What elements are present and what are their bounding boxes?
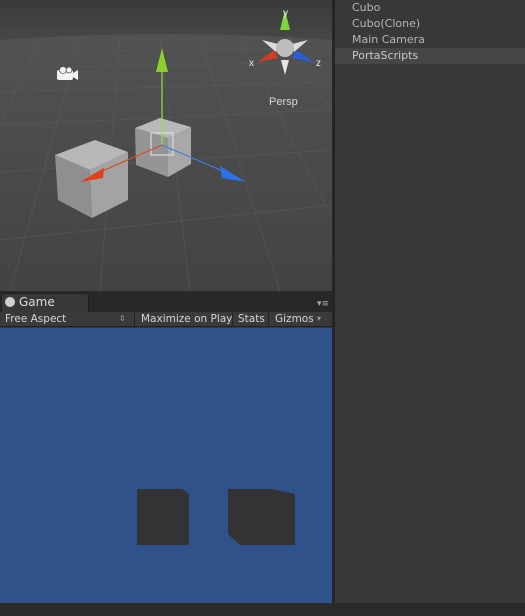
game-cube-right xyxy=(228,489,295,545)
toolbar-separator xyxy=(268,312,269,326)
hierarchy-panel: Cubo Cubo(Clone) Main Camera PortaScript… xyxy=(335,0,525,603)
axis-z-label: z xyxy=(316,58,321,69)
toolbar-separator xyxy=(232,312,233,326)
status-bar xyxy=(0,603,525,616)
tab-menu-icon[interactable]: ▾≡ xyxy=(317,300,329,309)
hierarchy-item-label: PortaScripts xyxy=(352,49,419,62)
aspect-dropdown-label[interactable]: Free Aspect xyxy=(5,312,66,326)
game-canvas[interactable] xyxy=(0,328,332,603)
stats-toggle[interactable]: Stats xyxy=(238,312,265,326)
axis-x-label: x xyxy=(249,58,254,69)
hierarchy-item-label: Cubo(Clone) xyxy=(352,17,421,30)
game-view[interactable] xyxy=(0,328,332,603)
axis-y-label: y xyxy=(283,8,288,19)
hierarchy-item-label: Main Camera xyxy=(352,33,425,46)
tab-game[interactable]: Game xyxy=(1,293,89,312)
game-toolbar: Free Aspect ⇕ Maximize on Play Stats Giz… xyxy=(0,312,332,327)
hierarchy-item-cubo-clone[interactable]: Cubo(Clone) xyxy=(352,16,420,32)
gizmos-toggle[interactable]: Gizmos xyxy=(275,312,314,326)
maximize-on-play-toggle[interactable]: Maximize on Play xyxy=(141,312,232,326)
hierarchy-item-main-camera[interactable]: Main Camera xyxy=(352,32,425,48)
scene-canvas[interactable]: y x z Persp xyxy=(0,0,332,291)
game-tab-label: Game xyxy=(19,295,55,309)
game-cube-left xyxy=(137,489,189,545)
hierarchy-item-cubo[interactable]: Cubo xyxy=(352,0,380,16)
dropdown-arrow-icon[interactable]: ⇕ xyxy=(119,312,126,326)
gizmos-dropdown-arrow-icon[interactable]: ▾ xyxy=(317,312,321,326)
hierarchy-item-portascripts[interactable]: PortaScripts xyxy=(335,48,525,64)
hierarchy-item-label: Cubo xyxy=(352,1,381,14)
toolbar-separator xyxy=(134,312,135,326)
game-tab-bar: Game ▾≡ xyxy=(0,291,332,312)
persp-label[interactable]: Persp xyxy=(269,96,298,108)
game-tab-icon xyxy=(5,297,15,307)
scene-view[interactable]: y x z Persp xyxy=(0,0,332,291)
